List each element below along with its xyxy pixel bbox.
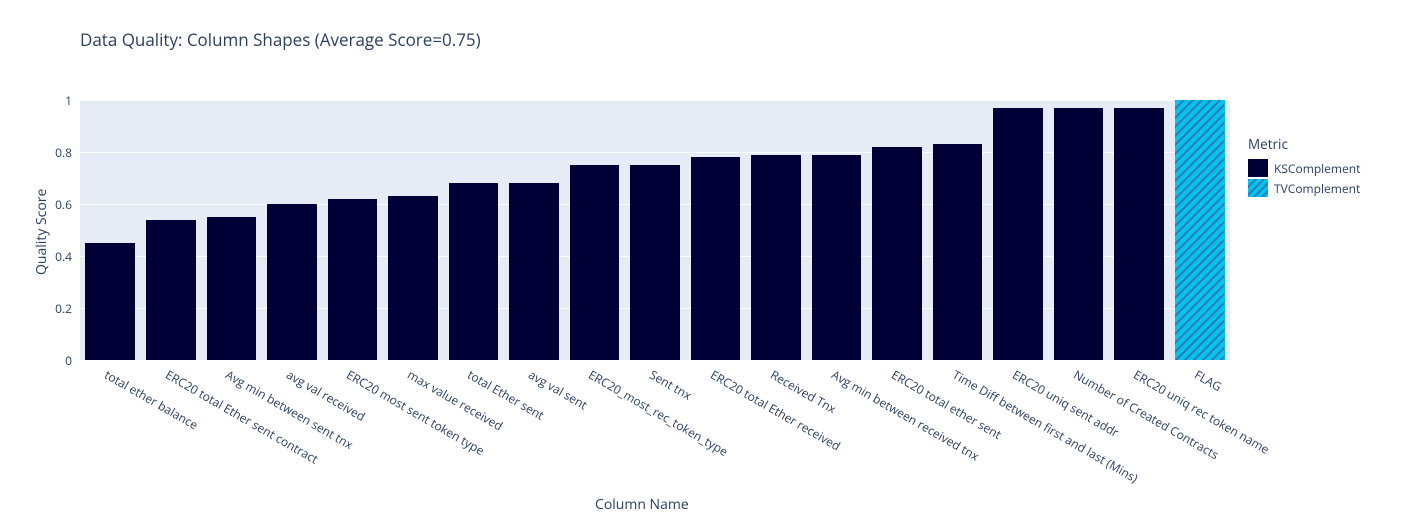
chart-figure: Data Quality: Column Shapes (Average Sco… [0,0,1414,525]
bar[interactable] [691,157,741,360]
x-tick-label: FLAG [1191,366,1224,395]
bar[interactable] [872,147,922,360]
legend-swatch-ks [1248,159,1268,177]
legend-title: Metric [1248,135,1360,153]
bar[interactable] [328,199,378,360]
bar[interactable] [570,165,620,360]
bar-slot [85,100,135,360]
bar[interactable] [1114,108,1164,360]
bar-slot [630,100,680,360]
bar-slot [1054,100,1104,360]
bar-slot [751,100,801,360]
bar-slot [388,100,438,360]
y-tick-label: 1 [22,92,72,109]
bar-slot [267,100,317,360]
bar[interactable] [146,220,196,360]
bar-slot [812,100,862,360]
x-tick-label: Sent tnx [647,366,695,404]
bar[interactable] [993,108,1043,360]
bar-slot [872,100,922,360]
legend-swatch-tv [1248,179,1268,197]
y-axis-label: Quality Score [32,189,51,275]
bar-slot [146,100,196,360]
legend-label: KSComplement [1274,160,1360,177]
bar[interactable] [207,217,257,360]
legend-label: TVComplement [1274,180,1360,197]
chart-bars [80,100,1230,360]
bar[interactable] [449,183,499,360]
bar-slot [1114,100,1164,360]
bar-slot [1175,100,1225,360]
bar-slot [993,100,1043,360]
bar[interactable] [751,155,801,360]
bar[interactable] [85,243,135,360]
bar[interactable] [1054,108,1104,360]
bar[interactable] [812,155,862,360]
bar-slot [328,100,378,360]
bar-slot [691,100,741,360]
y-tick-label: 0 [22,352,72,369]
legend: Metric KSComplement TVComplement [1248,135,1360,197]
bar-slot [509,100,559,360]
bar[interactable] [933,144,983,360]
legend-item-kscomplement[interactable]: KSComplement [1248,159,1360,177]
bar[interactable] [388,196,438,360]
bar-slot [207,100,257,360]
bar-slot [570,100,620,360]
legend-item-tvcomplement[interactable]: TVComplement [1248,179,1360,197]
bar[interactable] [630,165,680,360]
bar[interactable] [1175,100,1225,360]
bar[interactable] [509,183,559,360]
bar-slot [933,100,983,360]
bar-slot [449,100,499,360]
y-tick-label: 0.8 [22,144,72,161]
bar[interactable] [267,204,317,360]
x-axis-label: Column Name [595,495,689,514]
chart-title: Data Quality: Column Shapes (Average Sco… [80,28,481,51]
y-tick-label: 0.2 [22,300,72,317]
